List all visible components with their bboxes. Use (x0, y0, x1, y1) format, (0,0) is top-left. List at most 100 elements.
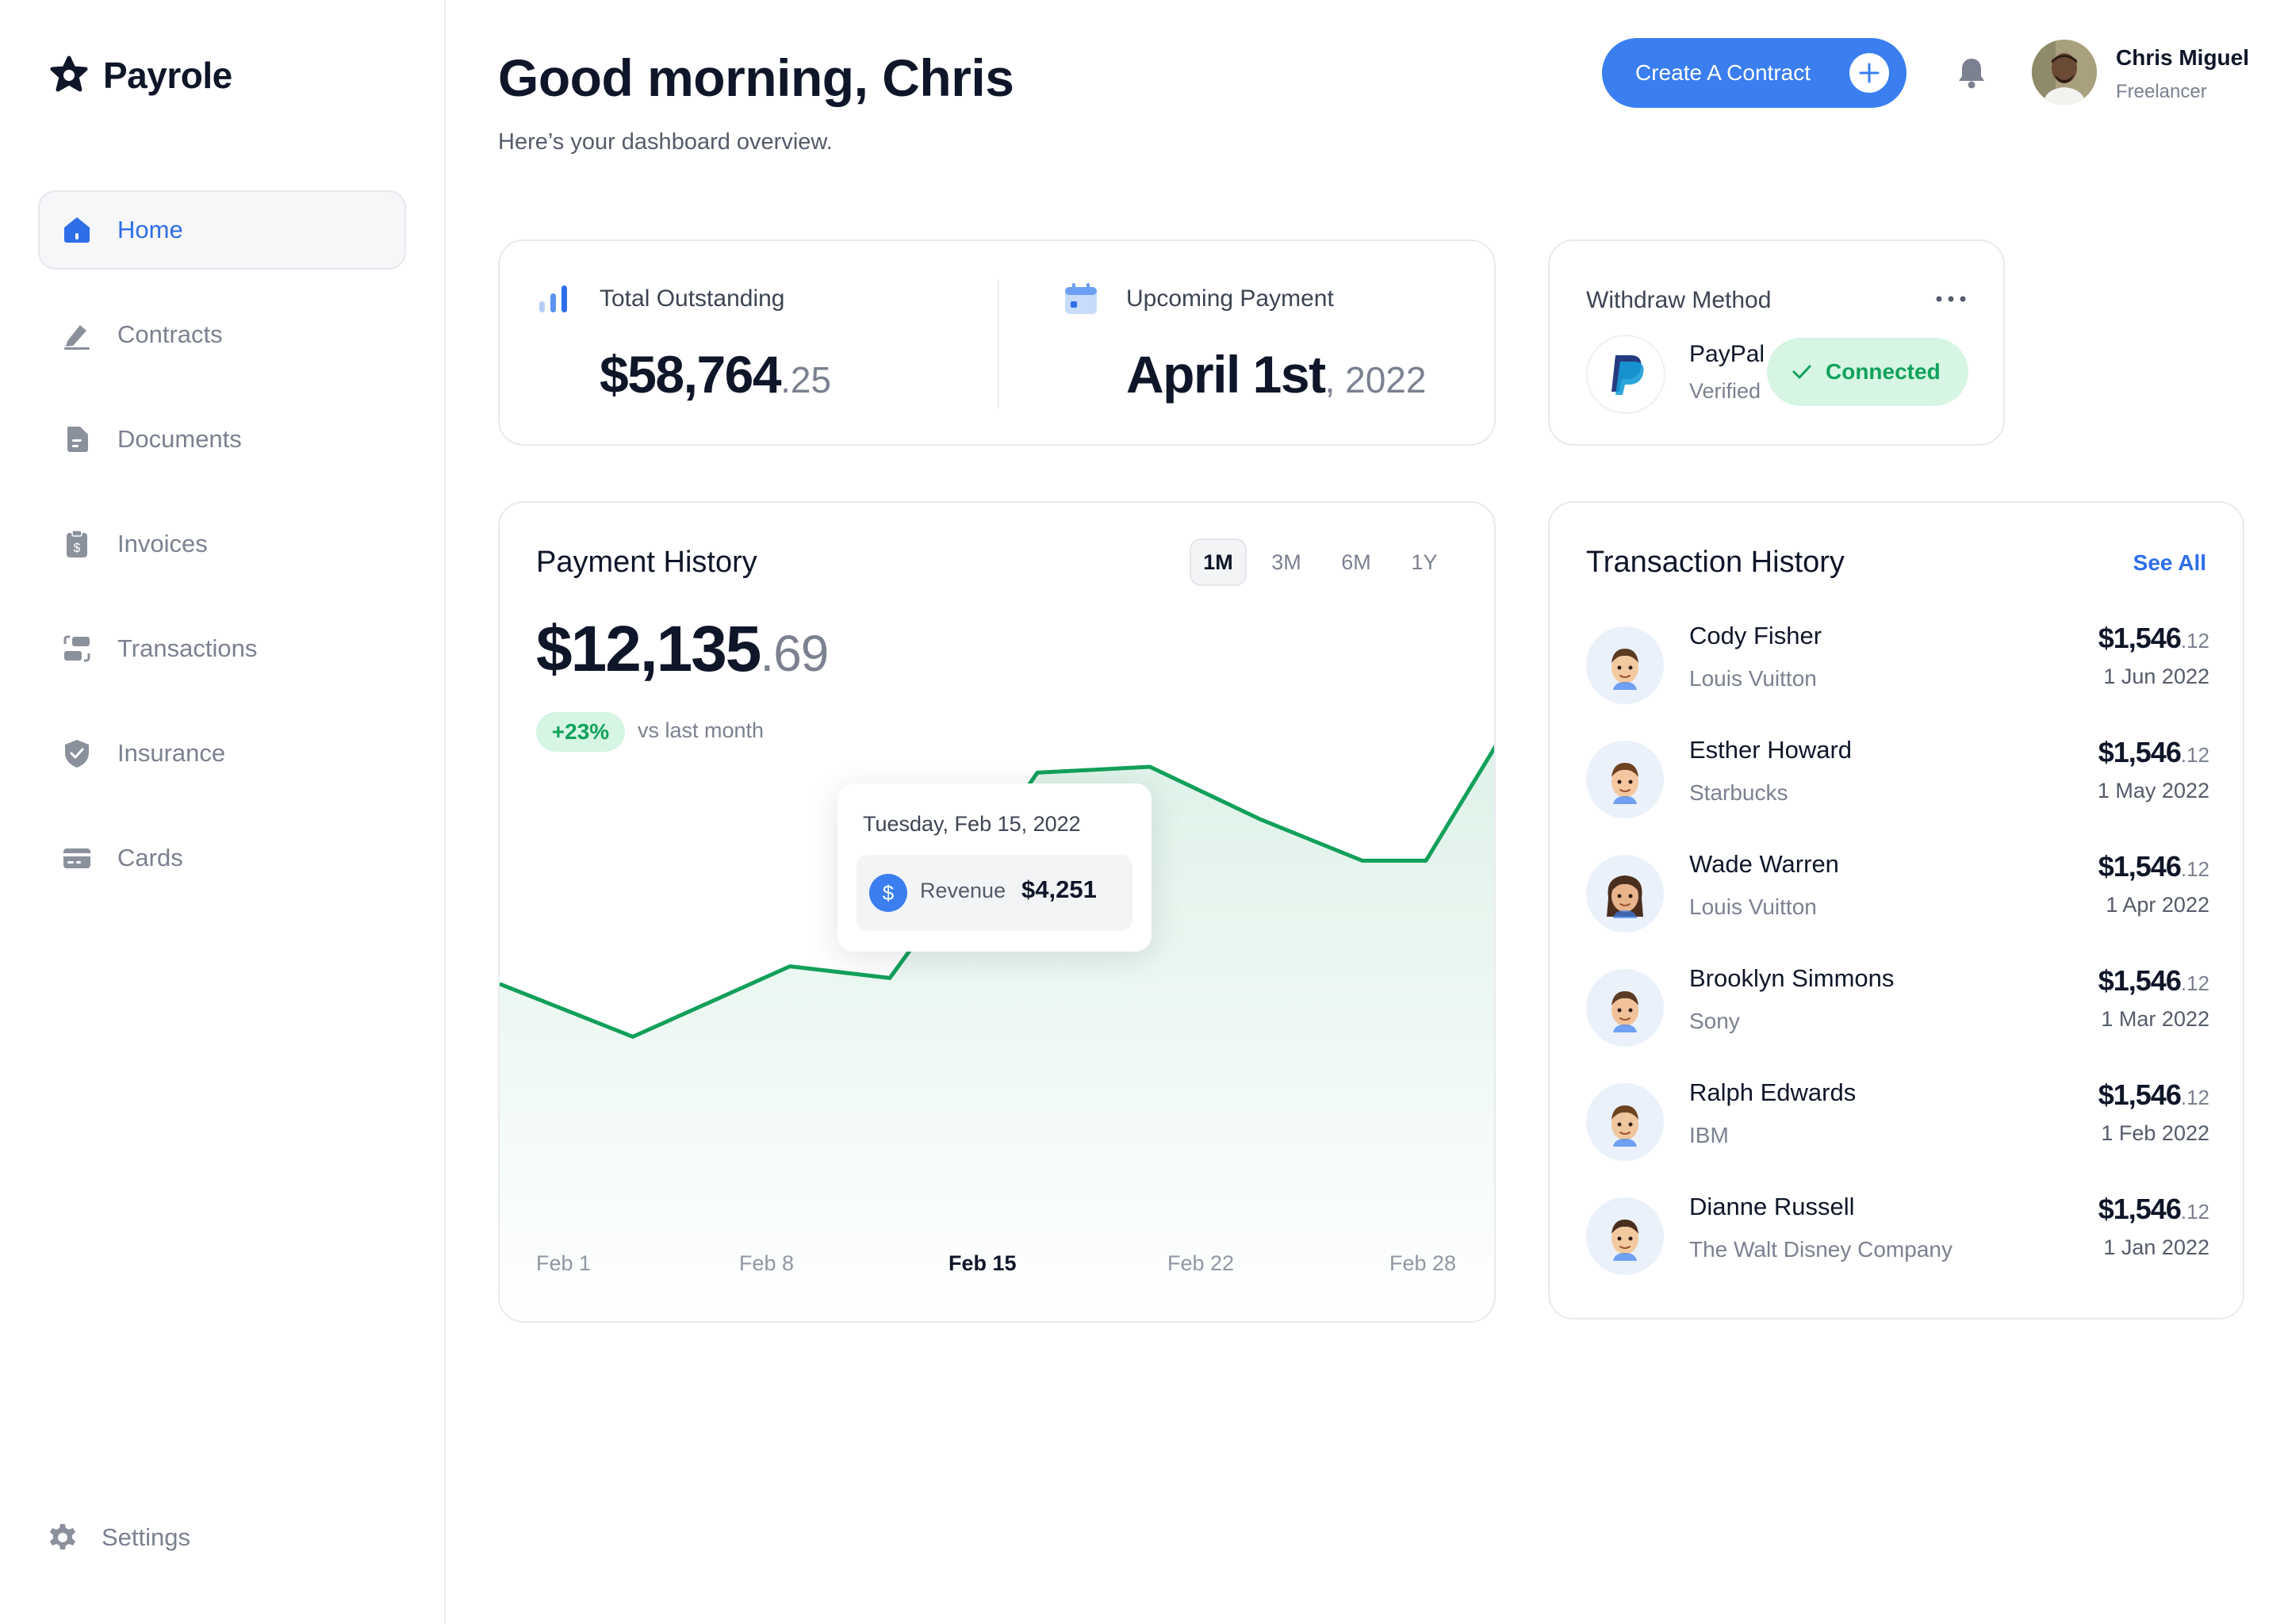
dashboard-page: Payrole Home Contracts Documents $ Invoi… (0, 0, 2284, 1624)
tooltip-value: $4,251 (1021, 875, 1097, 903)
transaction-date: 1 Jan 2022 (2103, 1235, 2209, 1259)
paypal-logo-icon (1586, 335, 1665, 414)
avatar (1586, 1083, 1664, 1161)
logo[interactable]: Payrole (49, 54, 232, 97)
sidebar-item-contracts[interactable]: Contracts (38, 295, 406, 374)
range-1y-button[interactable]: 1Y (1396, 538, 1453, 586)
transaction-row[interactable]: Wade Warren Louis Vuitton $1,546.12 1 Apr 2… (1586, 850, 2209, 937)
avatar (1586, 741, 1664, 818)
sidebar-item-label: Documents (117, 425, 242, 453)
payment-amount-main: $12,135 (536, 613, 761, 685)
transaction-row[interactable]: Dianne Russell The Walt Disney Company $1,… (1586, 1193, 2209, 1280)
sidebar-item-settings[interactable]: Settings (46, 1521, 190, 1554)
create-contract-label: Create A Contract (1635, 60, 1811, 85)
transaction-name: Esther Howard (1689, 736, 1853, 764)
sidebar: Payrole Home Contracts Documents $ Invoi… (0, 0, 446, 1624)
invoice-icon: $ (60, 527, 94, 561)
sidebar-item-cards[interactable]: Cards (38, 818, 406, 898)
transaction-row[interactable]: Ralph Edwards IBM $1,546.12 1 Feb 2022 (1586, 1078, 2209, 1166)
plus-icon (1849, 53, 1889, 93)
transaction-history-card: Transaction History See All Cody Fisher L… (1548, 501, 2244, 1320)
transaction-amount-decimal: .12 (2180, 1200, 2209, 1224)
user-role: Freelancer (2116, 81, 2207, 102)
transaction-name: Ralph Edwards (1689, 1078, 1857, 1106)
upcoming-payment-year: , 2022 (1324, 359, 1427, 400)
transaction-history-title: Transaction History (1586, 546, 1845, 579)
range-6m-button[interactable]: 6M (1328, 538, 1385, 586)
transaction-amount-decimal: .12 (2180, 971, 2209, 995)
gear-icon (46, 1521, 79, 1554)
transaction-amount-main: $1,546 (2098, 622, 2182, 654)
svg-text:$: $ (74, 542, 81, 555)
logo-mark-icon (50, 56, 88, 92)
calendar-icon (1065, 283, 1097, 314)
bell-icon[interactable] (1953, 54, 1991, 92)
transaction-amount: $1,546.12 (2098, 1078, 2209, 1112)
x-axis-label: Feb 1 (536, 1251, 592, 1275)
sidebar-item-label: Transactions (117, 634, 258, 662)
paypal-name: PayPal (1689, 341, 1765, 367)
payment-amount-decimal: .69 (760, 625, 829, 682)
transaction-amount: $1,546.12 (2098, 964, 2209, 998)
transaction-row[interactable]: Brooklyn Simmons Sony $1,546.12 1 Mar 2022 (1586, 964, 2209, 1051)
tooltip-value-box: $ Revenue $4,251 (856, 855, 1132, 931)
see-all-link[interactable]: See All (2133, 550, 2206, 576)
user-avatar[interactable] (2032, 40, 2097, 105)
growth-badge: +23% (536, 712, 625, 752)
settings-label: Settings (102, 1523, 191, 1551)
home-icon (60, 213, 94, 247)
x-axis-label-active: Feb 15 (948, 1251, 1017, 1275)
sidebar-item-transactions[interactable]: Transactions (38, 609, 406, 688)
transaction-date: 1 Jun 2022 (2103, 665, 2209, 688)
bar-chart-icon (539, 285, 567, 312)
range-1m-button[interactable]: 1M (1190, 538, 1247, 586)
connected-label: Connected (1826, 359, 1941, 384)
payment-history-card: Payment History 1M 3M 6M 1Y $12,135.69 +… (498, 501, 1496, 1323)
check-icon (1792, 365, 1811, 379)
avatar (1586, 969, 1664, 1047)
stats-card: Total Outstanding $58,764.25 Upcoming Pa… (498, 239, 1496, 446)
tooltip-date: Tuesday, Feb 15, 2022 (863, 812, 1081, 836)
transactions-icon (60, 632, 94, 665)
upcoming-payment-value: April 1st, 2022 (1126, 344, 1426, 404)
transaction-name: Dianne Russell (1689, 1193, 1855, 1220)
transaction-amount-decimal: .12 (2180, 743, 2209, 767)
create-contract-button[interactable]: Create A Contract (1602, 38, 1907, 108)
avatar (1586, 626, 1664, 704)
user-name: Chris Miguel (2116, 45, 2250, 70)
transaction-date: 1 Apr 2022 (2106, 893, 2209, 917)
stats-divider (998, 279, 999, 409)
sidebar-item-documents[interactable]: Documents (38, 400, 406, 479)
transaction-date: 1 Feb 2022 (2101, 1121, 2209, 1145)
dollar-icon: $ (869, 874, 907, 912)
transaction-company: Sony (1689, 1009, 1740, 1033)
transaction-date: 1 May 2022 (2097, 779, 2209, 802)
transaction-name: Brooklyn Simmons (1689, 964, 1895, 992)
sidebar-item-home[interactable]: Home (38, 190, 406, 270)
transaction-amount: $1,546.12 (2098, 622, 2209, 655)
transaction-amount: $1,546.12 (2098, 736, 2209, 769)
transaction-date: 1 Mar 2022 (2101, 1007, 2209, 1031)
transaction-amount: $1,546.12 (2098, 1193, 2209, 1226)
transaction-amount-main: $1,546 (2098, 850, 2182, 883)
connected-badge: Connected (1767, 338, 1968, 406)
transaction-company: Louis Vuitton (1689, 894, 1817, 919)
tooltip-label: Revenue (920, 879, 1006, 902)
shield-icon (60, 737, 94, 770)
transaction-row[interactable]: Esther Howard Starbucks $1,546.12 1 May 202… (1586, 736, 2209, 823)
sidebar-item-invoices[interactable]: $ Invoices (38, 504, 406, 584)
transaction-amount-main: $1,546 (2098, 1193, 2182, 1225)
transaction-row[interactable]: Cody Fisher Louis Vuitton $1,546.12 1 Jun 2… (1586, 622, 2209, 709)
total-outstanding-value: $58,764.25 (600, 344, 831, 404)
payment-history-amount: $12,135.69 (536, 612, 829, 687)
avatar (1586, 855, 1664, 933)
sidebar-item-insurance[interactable]: Insurance (38, 714, 406, 793)
app-name: Payrole (103, 55, 232, 96)
page-title: Good morning, Chris (498, 48, 1014, 107)
transaction-amount-decimal: .12 (2180, 629, 2209, 653)
x-axis-label: Feb 28 (1389, 1251, 1457, 1275)
range-3m-button[interactable]: 3M (1258, 538, 1315, 586)
more-icon[interactable] (1933, 293, 1968, 304)
total-outstanding-decimal: .25 (780, 359, 832, 400)
x-axis-label: Feb 22 (1167, 1251, 1235, 1275)
